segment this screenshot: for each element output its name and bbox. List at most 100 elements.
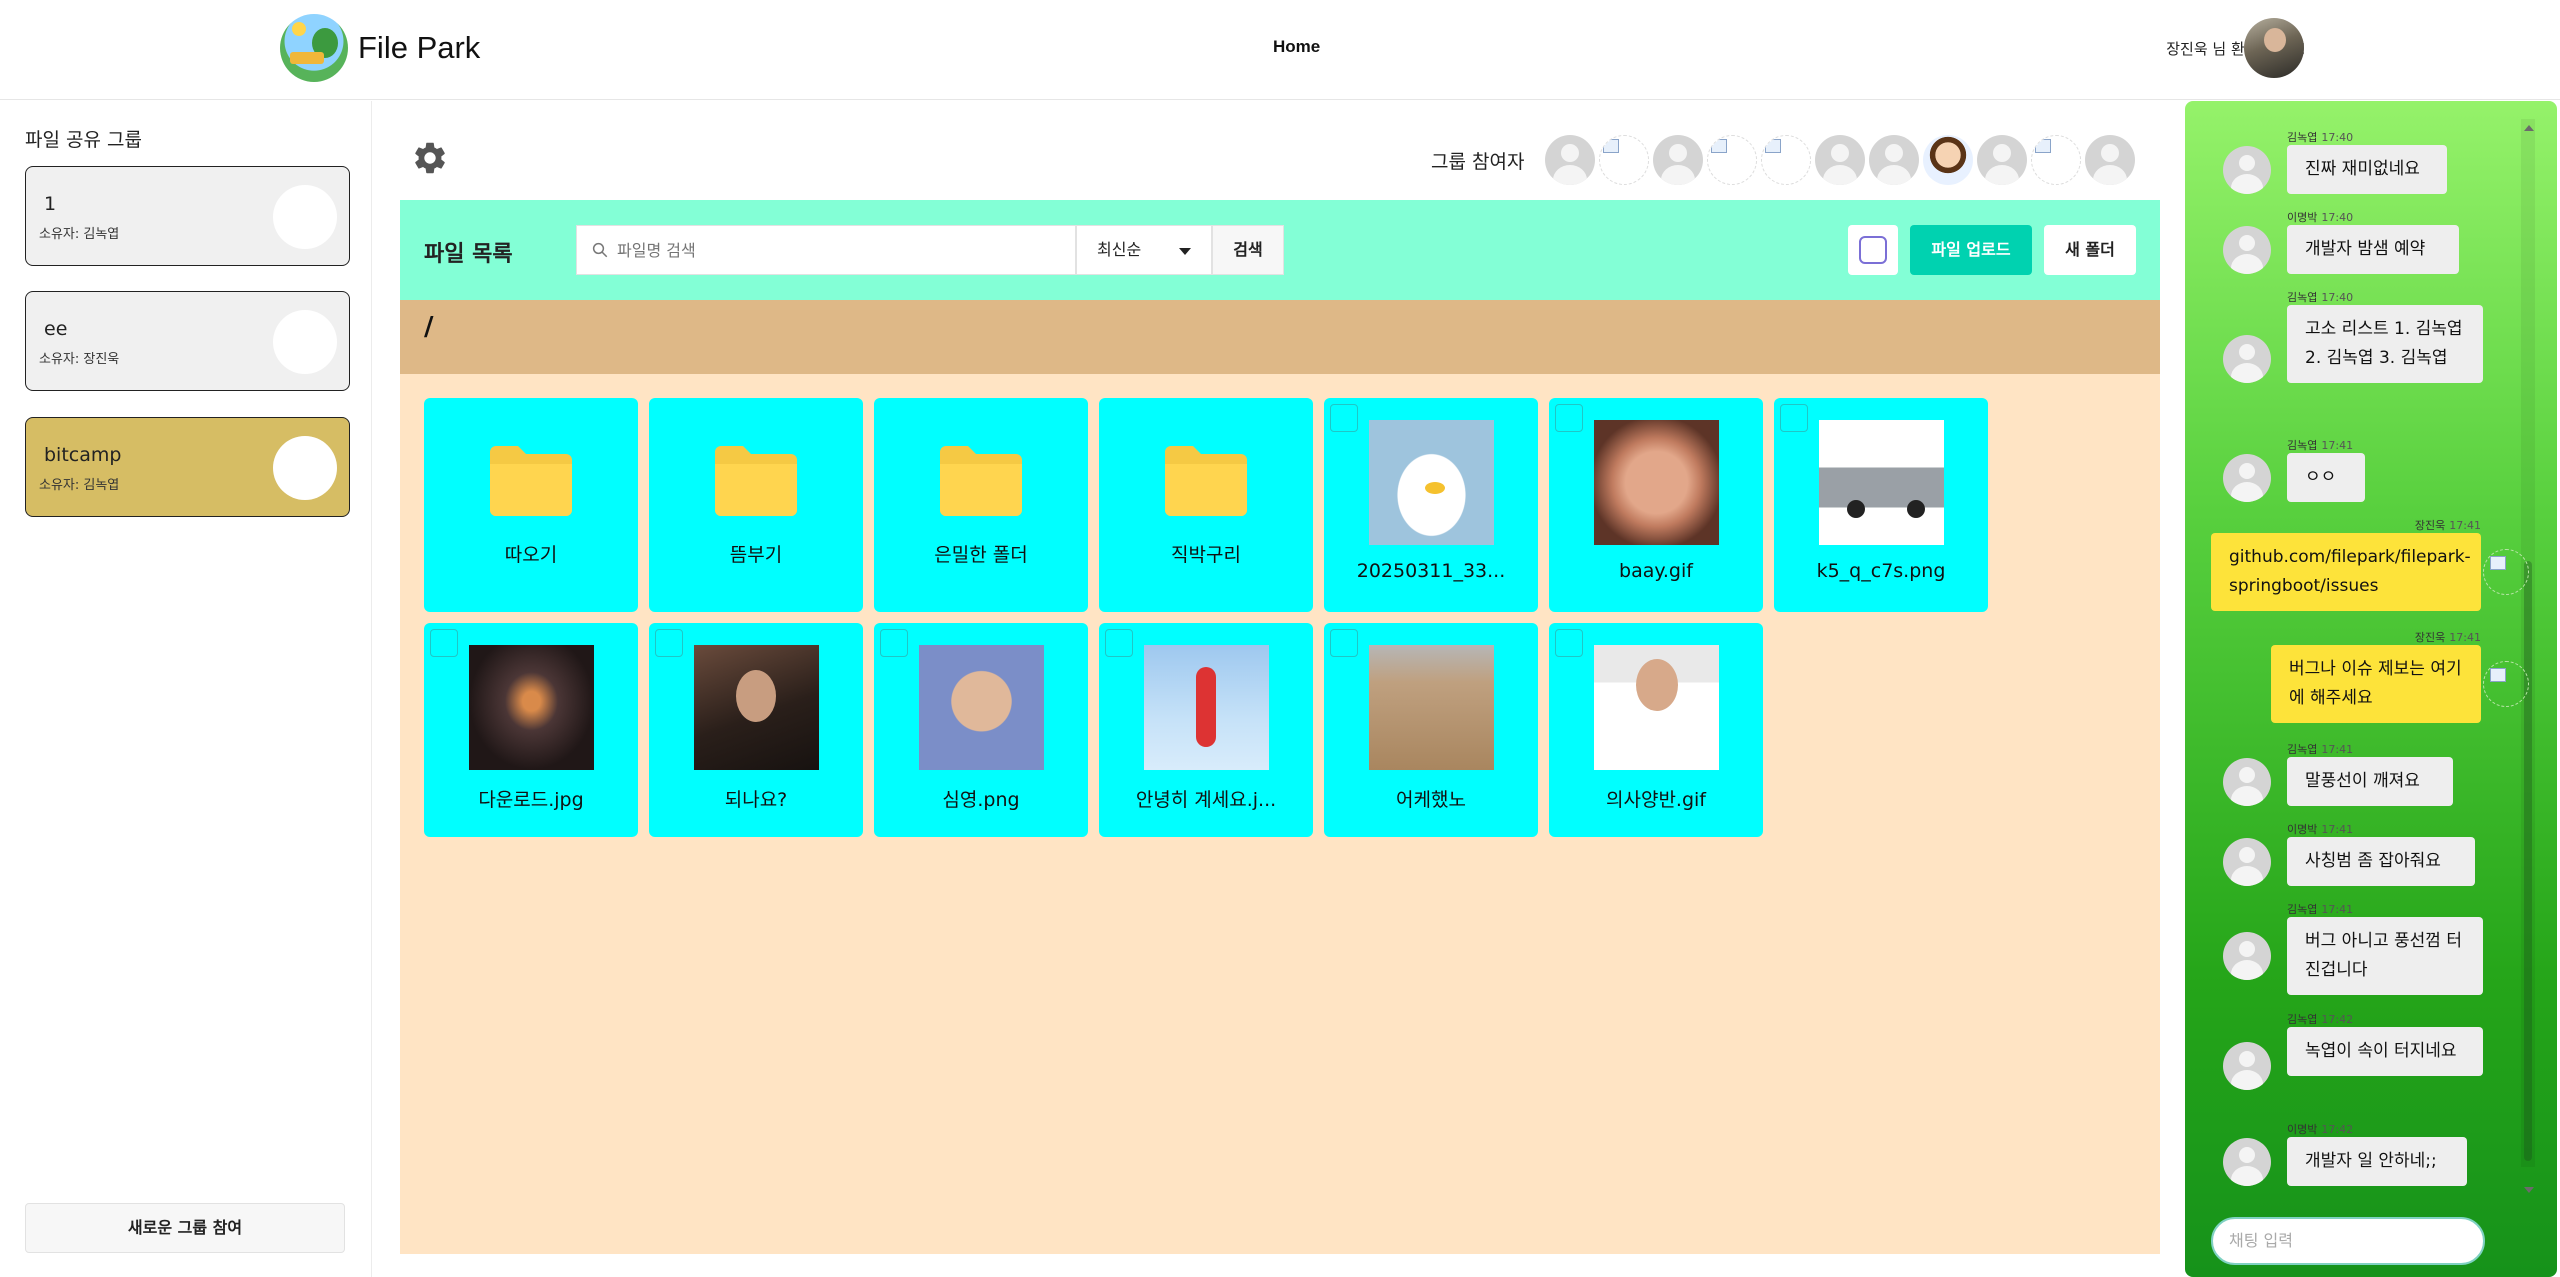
group-thumbnail: [273, 310, 337, 374]
search-button[interactable]: 검색: [1212, 225, 1284, 275]
select-all-checkbox[interactable]: [1848, 225, 1898, 275]
message-time: 17:40: [2321, 131, 2354, 144]
sender-avatar: [2483, 661, 2529, 707]
folder-icon: [940, 446, 1022, 516]
sender-avatar: [2223, 837, 2271, 886]
message-meta: 김녹엽 17:41: [2287, 741, 2353, 757]
participant-avatar[interactable]: [2085, 135, 2135, 185]
participant-avatar[interactable]: [1707, 135, 1757, 185]
folder-tile[interactable]: 따오기: [424, 398, 638, 612]
file-tile[interactable]: 심영.png: [874, 623, 1088, 837]
participant-avatar[interactable]: [2031, 135, 2081, 185]
file-tile[interactable]: 다운로드.jpg: [424, 623, 638, 837]
folder-tile[interactable]: 직박구리: [1099, 398, 1313, 612]
message-bubble: 사칭범 좀 잡아줘요: [2287, 837, 2475, 886]
file-tile[interactable]: 안녕히 계세요.j...: [1099, 623, 1313, 837]
chat-message: 김녹엽 17:41 ㅇㅇ: [2185, 437, 2525, 506]
file-checkbox[interactable]: [1780, 404, 1808, 432]
message-sender: 김녹엽: [2287, 903, 2318, 916]
participant-avatar[interactable]: [1815, 135, 1865, 185]
file-toolbar: 파일 목록 최신순 검색 파일 업로드 새 폴더: [400, 200, 2160, 300]
file-checkbox[interactable]: [1330, 629, 1358, 657]
message-meta: 김녹엽 17:40: [2287, 289, 2353, 305]
folder-icon: [715, 446, 797, 516]
file-thumbnail: [469, 645, 594, 770]
chat-message: 김녹엽 17:40 고소 리스트 1. 김녹엽 2. 김녹엽 3. 김녹엽: [2185, 289, 2525, 416]
join-group-button[interactable]: 새로운 그룹 참여: [25, 1203, 345, 1253]
message-sender: 김녹엽: [2287, 1013, 2318, 1026]
message-time: 17:41: [2321, 903, 2354, 916]
file-thumbnail: [1144, 645, 1269, 770]
sender-avatar: [2223, 334, 2271, 383]
file-tile[interactable]: 어케했노: [1324, 623, 1538, 837]
sender-avatar: [2223, 225, 2271, 274]
participants-list: [1545, 135, 2135, 185]
group-sidebar: 파일 공유 그룹 1 소유자: 김녹엽 ee 소유자: 장진욱 bitcamp …: [0, 101, 372, 1277]
file-checkbox[interactable]: [1555, 404, 1583, 432]
chat-message: 김녹엽 17:41 말풍선이 깨져요: [2185, 741, 2525, 810]
participant-avatar[interactable]: [1923, 135, 1973, 185]
search-input[interactable]: [617, 240, 1057, 260]
sender-avatar: [2483, 549, 2529, 595]
file-name: 뜸부기: [729, 544, 783, 566]
participant-avatar[interactable]: [1599, 135, 1649, 185]
sender-avatar: [2223, 1042, 2271, 1090]
participant-avatar[interactable]: [1761, 135, 1811, 185]
chat-input[interactable]: 채팅 입력: [2211, 1217, 2485, 1265]
message-meta: 이명박 17:42: [2287, 1121, 2353, 1137]
group-card-1[interactable]: 1 소유자: 김녹엽: [25, 166, 350, 266]
scroll-down-icon[interactable]: [2524, 1187, 2534, 1193]
file-tile[interactable]: 의사양반.gif: [1549, 623, 1763, 837]
message-time: 17:42: [2321, 1123, 2354, 1136]
message-bubble: ㅇㅇ: [2287, 453, 2365, 502]
settings-gear-icon[interactable]: [411, 139, 449, 177]
folder-tile[interactable]: 뜸부기: [649, 398, 863, 612]
group-name: bitcamp: [44, 444, 122, 466]
file-tile[interactable]: 되나요?: [649, 623, 863, 837]
upload-file-button[interactable]: 파일 업로드: [1910, 225, 2032, 275]
chat-message: 이명박 17:42 개발자 일 안하네;;: [2185, 1121, 2525, 1190]
file-checkbox[interactable]: [880, 629, 908, 657]
scroll-up-icon[interactable]: [2524, 125, 2534, 131]
chevron-down-icon: [1179, 248, 1191, 255]
group-card-ee[interactable]: ee 소유자: 장진욱: [25, 291, 350, 391]
nav-home-link[interactable]: Home: [1273, 37, 1320, 57]
file-checkbox[interactable]: [655, 629, 683, 657]
file-thumbnail: [1594, 645, 1719, 770]
sender-avatar: [2223, 932, 2271, 980]
file-name: 20250311_33...: [1356, 560, 1506, 582]
sort-select[interactable]: 최신순: [1076, 225, 1212, 275]
folder-tile[interactable]: 은밀한 폴더: [874, 398, 1088, 612]
message-sender: 이명박: [2287, 211, 2318, 224]
participant-avatar[interactable]: [1545, 135, 1595, 185]
sort-value: 최신순: [1097, 240, 1142, 259]
file-name: 은밀한 폴더: [934, 544, 1028, 566]
brand-link[interactable]: File Park: [280, 14, 480, 82]
participant-avatar[interactable]: [1869, 135, 1919, 185]
group-name: 1: [44, 193, 57, 215]
app-title[interactable]: File Park: [358, 30, 480, 66]
file-tile[interactable]: baay.gif: [1549, 398, 1763, 612]
file-checkbox[interactable]: [1330, 404, 1358, 432]
file-name: 따오기: [504, 544, 558, 566]
message-bubble: 녹엽이 속이 터지네요: [2287, 1027, 2483, 1076]
file-tile[interactable]: 20250311_33...: [1324, 398, 1538, 612]
participants-label: 그룹 참여자: [1431, 151, 1525, 173]
user-avatar[interactable]: [2244, 18, 2304, 78]
sender-avatar: [2223, 453, 2271, 502]
file-checkbox[interactable]: [430, 629, 458, 657]
file-checkbox[interactable]: [1105, 629, 1133, 657]
message-bubble: 고소 리스트 1. 김녹엽 2. 김녹엽 3. 김녹엽: [2287, 305, 2483, 383]
new-folder-button[interactable]: 새 폴더: [2044, 225, 2136, 275]
message-meta: 김녹엽 17:40: [2287, 129, 2353, 145]
file-tile[interactable]: k5_q_c7s.png: [1774, 398, 1988, 612]
participant-avatar[interactable]: [1977, 135, 2027, 185]
search-box[interactable]: [576, 225, 1076, 275]
participant-avatar[interactable]: [1653, 135, 1703, 185]
file-checkbox[interactable]: [1555, 629, 1583, 657]
chat-scrollbar-thumb[interactable]: [2524, 561, 2532, 1161]
message-sender: 김녹엽: [2287, 291, 2318, 304]
message-time: 17:40: [2321, 211, 2354, 224]
group-card-bitcamp[interactable]: bitcamp 소유자: 김녹엽: [25, 417, 350, 517]
file-thumbnail: [919, 645, 1044, 770]
